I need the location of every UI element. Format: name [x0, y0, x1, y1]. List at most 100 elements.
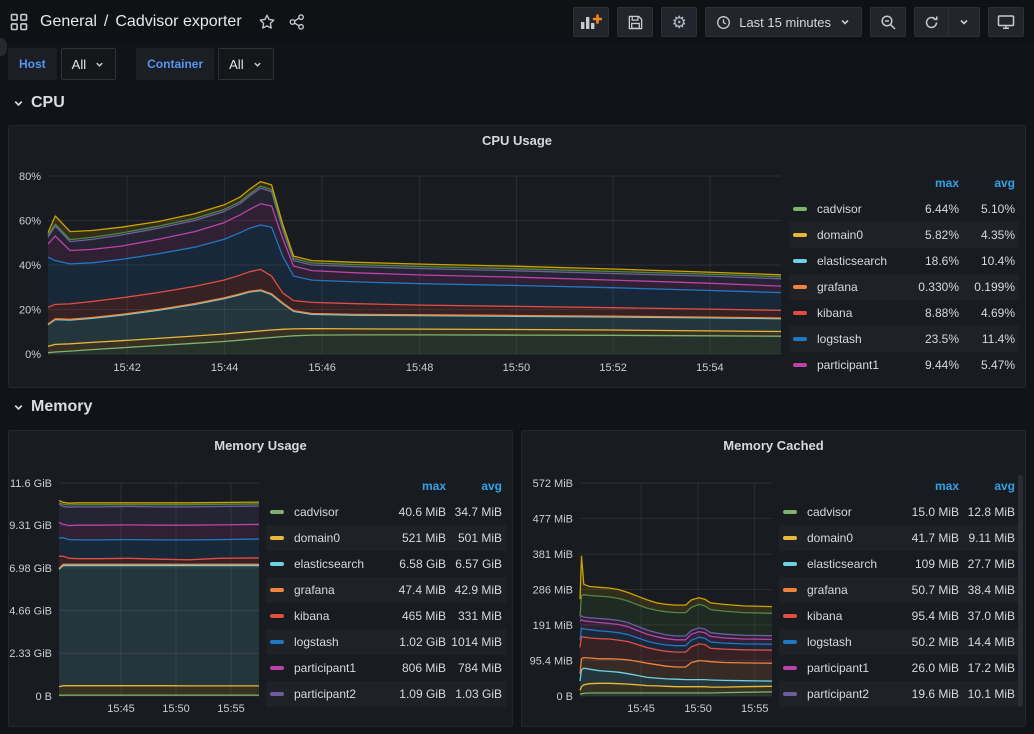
- legend-item-cadvisor[interactable]: cadvisor: [807, 505, 893, 519]
- legend-max-value: 47.4 MiB: [380, 583, 446, 597]
- series-color-swatch: [270, 510, 284, 514]
- container-variable-label[interactable]: Container: [136, 48, 214, 80]
- series-color-swatch: [270, 614, 284, 618]
- legend-avg-value: 10.1 MiB: [959, 687, 1015, 701]
- series-color-swatch: [270, 640, 284, 644]
- legend-column-avg[interactable]: avg: [959, 479, 1015, 493]
- time-range-picker[interactable]: Last 15 minutes: [705, 7, 862, 37]
- chevron-down-icon: [12, 401, 25, 414]
- svg-text:15:50: 15:50: [162, 703, 190, 715]
- legend-row-kibana: kibana8.88%4.69%: [789, 300, 1019, 326]
- legend-item-kibana[interactable]: kibana: [817, 306, 893, 320]
- series-color-swatch: [793, 259, 807, 263]
- legend-max-value: 9.44%: [893, 358, 959, 372]
- legend-item-grafana[interactable]: grafana: [817, 280, 893, 294]
- apps-grid-icon[interactable]: [10, 13, 28, 31]
- legend-column-avg[interactable]: avg: [446, 479, 502, 493]
- legend-item-cadvisor[interactable]: cadvisor: [294, 505, 380, 519]
- svg-text:15:52: 15:52: [599, 362, 627, 374]
- cycle-view-mode-button[interactable]: [988, 7, 1024, 37]
- row-header-memory[interactable]: Memory: [12, 398, 92, 416]
- legend-item-participant1[interactable]: participant1: [817, 358, 893, 372]
- panel-memory-cached: Memory Cached 572 MiB477 MiB381 MiB286 M…: [521, 430, 1026, 727]
- legend-item-elasticsearch[interactable]: elasticsearch: [817, 254, 893, 268]
- legend-avg-value: 0.199%: [959, 280, 1015, 294]
- legend-item-participant1[interactable]: participant1: [807, 661, 893, 675]
- legend-max-value: 19.6 MiB: [893, 687, 959, 701]
- svg-text:60%: 60%: [19, 216, 41, 228]
- svg-text:15:50: 15:50: [684, 703, 712, 715]
- legend-column-avg[interactable]: avg: [959, 176, 1015, 190]
- legend-column-max[interactable]: max: [893, 176, 959, 190]
- legend-row-grafana: grafana0.330%0.199%: [789, 274, 1019, 300]
- legend-max-value: 8.88%: [893, 306, 959, 320]
- top-nav-bar: General / Cadvisor exporter: [0, 0, 1034, 44]
- legend-row-kibana: kibana95.4 MiB37.0 MiB: [779, 603, 1019, 629]
- legend-item-participant2[interactable]: participant2: [294, 687, 380, 701]
- breadcrumb-folder[interactable]: General: [40, 13, 97, 31]
- legend-avg-value: 10.4%: [959, 254, 1015, 268]
- host-variable-select[interactable]: All: [61, 48, 116, 80]
- time-range-label: Last 15 minutes: [739, 15, 831, 30]
- legend-item-cadvisor[interactable]: cadvisor: [817, 202, 893, 216]
- memory-usage-legend: maxavgcadvisor40.6 MiB34.7 MiBdomain0521…: [266, 473, 506, 707]
- legend-max-value: 26.0 MiB: [893, 661, 959, 675]
- refresh-interval-dropdown[interactable]: [948, 8, 979, 36]
- svg-text:95.4 MiB: 95.4 MiB: [530, 655, 573, 667]
- star-icon[interactable]: [258, 13, 276, 31]
- add-panel-button[interactable]: [573, 7, 609, 37]
- sidebar-toggle-handle[interactable]: [0, 38, 7, 56]
- save-dashboard-button[interactable]: [617, 7, 653, 37]
- legend-item-logstash[interactable]: logstash: [294, 635, 380, 649]
- svg-text:6.98 GiB: 6.98 GiB: [9, 563, 52, 575]
- legend-item-domain0[interactable]: domain0: [294, 531, 380, 545]
- legend-avg-value: 17.2 MiB: [959, 661, 1015, 675]
- svg-text:381 MiB: 381 MiB: [533, 549, 573, 561]
- legend-header: maxavg: [266, 473, 506, 499]
- series-color-swatch: [783, 692, 797, 696]
- legend-item-grafana[interactable]: grafana: [294, 583, 380, 597]
- panel-memory-usage: Memory Usage 11.6 GiB9.31 GiB6.98 GiB4.6…: [8, 430, 513, 727]
- legend-item-domain0[interactable]: domain0: [817, 228, 893, 242]
- container-variable-select[interactable]: All: [218, 48, 273, 80]
- legend-row-participant1: participant1806 MiB784 MiB: [266, 655, 506, 681]
- legend-avg-value: 784 MiB: [446, 661, 502, 675]
- share-icon[interactable]: [288, 13, 306, 31]
- legend-item-logstash[interactable]: logstash: [807, 635, 893, 649]
- legend-item-domain0[interactable]: domain0: [807, 531, 893, 545]
- svg-text:477 MiB: 477 MiB: [533, 513, 573, 525]
- legend-row-participant1: participant19.44%5.47%: [789, 352, 1019, 378]
- legend-item-grafana[interactable]: grafana: [807, 583, 893, 597]
- legend-item-kibana[interactable]: kibana: [294, 609, 380, 623]
- legend-item-logstash[interactable]: logstash: [817, 332, 893, 346]
- zoom-out-time-button[interactable]: [870, 7, 906, 37]
- refresh-button[interactable]: [915, 8, 948, 36]
- legend-column-max[interactable]: max: [893, 479, 959, 493]
- dashboard-title[interactable]: Cadvisor exporter: [115, 13, 241, 31]
- legend-max-value: 40.6 MiB: [380, 505, 446, 519]
- series-color-swatch: [270, 536, 284, 540]
- chevron-down-icon: [12, 97, 25, 110]
- row-title-cpu: CPU: [31, 94, 65, 112]
- dashboard-settings-button[interactable]: ⚙: [661, 7, 697, 37]
- legend-scrollbar[interactable]: [1018, 475, 1023, 707]
- legend-column-max[interactable]: max: [380, 479, 446, 493]
- series-color-swatch: [793, 363, 807, 367]
- svg-text:191 MiB: 191 MiB: [533, 620, 573, 632]
- series-color-swatch: [793, 233, 807, 237]
- legend-row-logstash: logstash1.02 GiB1014 MiB: [266, 629, 506, 655]
- legend-item-kibana[interactable]: kibana: [807, 609, 893, 623]
- legend-item-participant2[interactable]: participant2: [807, 687, 893, 701]
- host-variable-label[interactable]: Host: [8, 48, 57, 80]
- legend-row-participant2: participant21.09 GiB1.03 GiB: [266, 681, 506, 707]
- row-header-cpu[interactable]: CPU: [12, 94, 65, 112]
- legend-max-value: 95.4 MiB: [893, 609, 959, 623]
- legend-item-elasticsearch[interactable]: elasticsearch: [807, 557, 893, 571]
- legend-avg-value: 37.0 MiB: [959, 609, 1015, 623]
- legend-item-elasticsearch[interactable]: elasticsearch: [294, 557, 380, 571]
- legend-max-value: 806 MiB: [380, 661, 446, 675]
- legend-avg-value: 38.4 MiB: [959, 583, 1015, 597]
- legend-item-participant1[interactable]: participant1: [294, 661, 380, 675]
- series-color-swatch: [793, 285, 807, 289]
- monitor-icon: [997, 14, 1015, 30]
